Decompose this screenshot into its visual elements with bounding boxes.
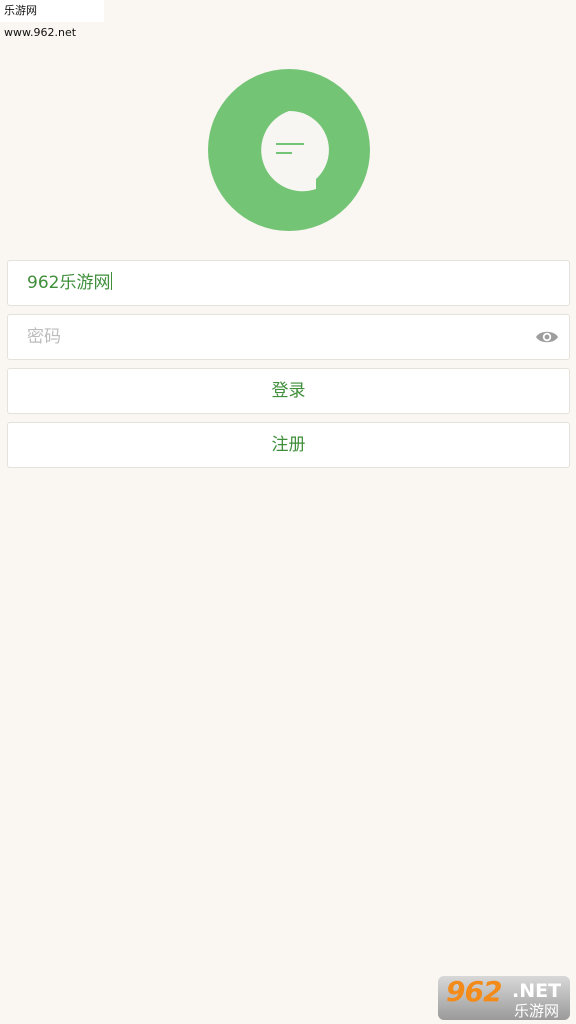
username-field[interactable]: 962乐游网 (7, 260, 570, 306)
password-field[interactable]: 密码 (7, 314, 570, 360)
watermark-top: 乐游网 www.962.net (0, 0, 104, 39)
watermark-number: 962 (446, 976, 502, 1008)
watermark-suffix: .NET (512, 980, 562, 1002)
eye-icon[interactable] (535, 328, 559, 346)
watermark-cn: 乐游网 (514, 1002, 560, 1020)
text-caret (111, 272, 113, 290)
watermark-bottom: 962 .NET 乐游网 (438, 976, 570, 1020)
chat-bubble-icon (261, 110, 329, 192)
username-value: 962乐游网 (27, 261, 113, 305)
register-button[interactable]: 注册 (7, 422, 570, 468)
app-logo (208, 69, 370, 231)
username-text: 962乐游网 (27, 273, 111, 293)
password-placeholder: 密码 (27, 327, 61, 347)
login-button[interactable]: 登录 (7, 368, 570, 414)
